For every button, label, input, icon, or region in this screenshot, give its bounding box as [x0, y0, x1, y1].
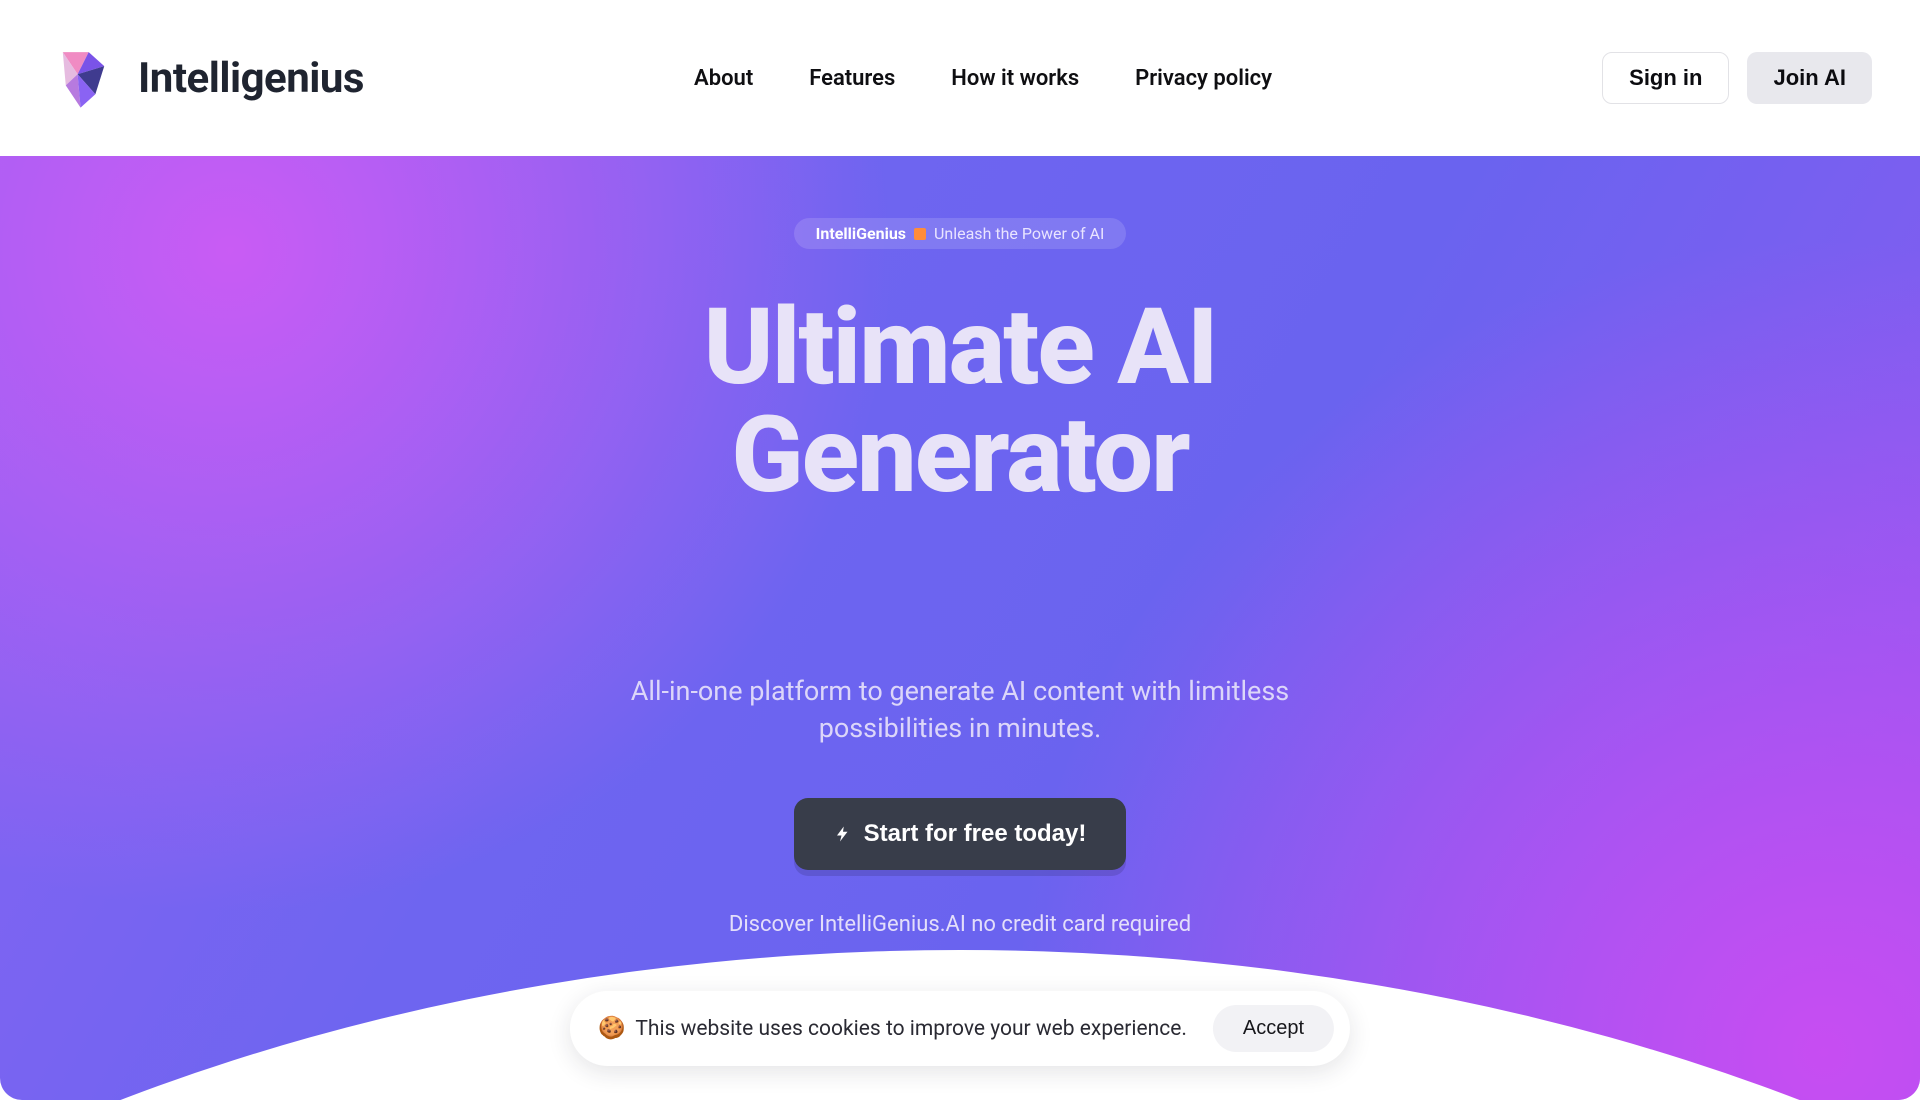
cookie-accept-button[interactable]: Accept: [1213, 1005, 1334, 1052]
tagline-strong: IntelliGenius: [816, 224, 906, 243]
brand[interactable]: Intelligenius: [48, 41, 364, 115]
cookie-text: 🍪 This website uses cookies to improve y…: [598, 1016, 1187, 1041]
cta-label: Start for free today!: [864, 820, 1087, 848]
primary-nav: About Features How it works Privacy poli…: [694, 66, 1272, 91]
sparkle-icon: [914, 228, 926, 240]
nav-features[interactable]: Features: [809, 66, 895, 91]
brand-logo-icon: [48, 41, 122, 115]
brand-name: Intelligenius: [138, 54, 364, 103]
bolt-icon: [834, 823, 852, 845]
headline-line-2: Generator: [731, 393, 1188, 517]
tagline-pill: IntelliGenius Unleash the Power of AI: [794, 218, 1127, 249]
header-actions: Sign in Join AI: [1602, 52, 1872, 104]
nav-how-it-works[interactable]: How it works: [951, 66, 1079, 91]
hero-section: IntelliGenius Unleash the Power of AI Ul…: [0, 156, 1920, 1100]
hero-discover-line: Discover IntelliGenius.AI no credit card…: [729, 912, 1191, 937]
signin-button[interactable]: Sign in: [1602, 52, 1729, 104]
site-header: Intelligenius About Features How it work…: [0, 0, 1920, 156]
start-free-button[interactable]: Start for free today!: [794, 798, 1127, 870]
hero-headline: Ultimate AI Generator: [440, 293, 1480, 509]
headline-line-1: Ultimate AI: [704, 285, 1217, 409]
nav-about[interactable]: About: [694, 66, 753, 91]
nav-privacy[interactable]: Privacy policy: [1135, 66, 1272, 91]
hero-subhead: All-in-one platform to generate AI conte…: [600, 673, 1320, 746]
tagline-rest: Unleash the Power of AI: [934, 224, 1104, 243]
join-ai-button[interactable]: Join AI: [1747, 52, 1872, 104]
cookie-icon: 🍪: [598, 1016, 625, 1041]
cookie-message: This website uses cookies to improve you…: [635, 1017, 1187, 1041]
cookie-banner: 🍪 This website uses cookies to improve y…: [570, 991, 1350, 1066]
